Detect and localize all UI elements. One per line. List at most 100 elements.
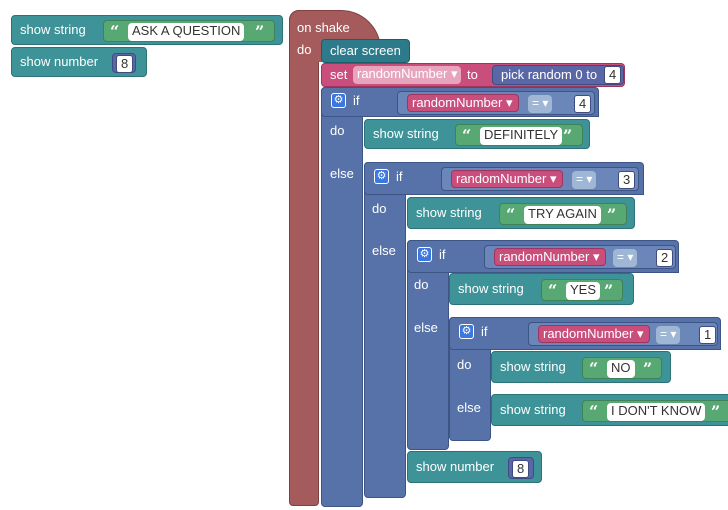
number-field[interactable]: 8 [512, 460, 530, 478]
if-else-label: else [330, 166, 354, 181]
show-string-label: show string [500, 359, 566, 374]
operator-dropdown[interactable]: = ▾ [613, 249, 638, 267]
chevron-down-icon: ▾ [627, 250, 634, 264]
text-literal-block[interactable]: “ TRY AGAIN ” [499, 203, 627, 225]
show-string-block-no[interactable]: show string “ NO ” [491, 351, 671, 383]
show-string-block-definitely[interactable]: show string “ DEFINITELY ” [364, 119, 590, 149]
show-number-block[interactable]: show number 8 [11, 47, 147, 77]
chevron-down-icon: ▾ [592, 249, 600, 264]
chevron-down-icon: ▾ [586, 172, 593, 186]
compare-block-3[interactable]: randomNumber ▾ = ▾ 2 [484, 245, 676, 269]
show-string-label: show string [458, 281, 524, 296]
if-else-label: else [372, 243, 396, 258]
text-literal-block[interactable]: “ YES ” [541, 279, 623, 301]
open-quote-icon: “ [589, 402, 599, 421]
compare-value[interactable]: 3 [618, 171, 636, 189]
if-do-label: do [330, 123, 345, 138]
variable-reporter-1[interactable]: randomNumber ▾ [407, 94, 519, 112]
number-block[interactable]: 8 [508, 457, 534, 479]
clear-screen-label: clear screen [330, 43, 401, 58]
pick-random-max-field[interactable]: 4 [604, 66, 622, 84]
chevron-down-icon: ▾ [670, 327, 677, 341]
compare-block-2[interactable]: randomNumber ▾ = ▾ 3 [441, 167, 639, 191]
compare-value[interactable]: 1 [699, 326, 717, 344]
open-quote-icon: “ [462, 126, 472, 145]
variable-reporter-4[interactable]: randomNumber ▾ [538, 325, 650, 343]
show-string-block-try-again[interactable]: show string “ TRY AGAIN ” [407, 197, 635, 229]
text-field[interactable]: I DON'T KNOW [607, 403, 706, 421]
open-quote-icon: “ [589, 359, 599, 378]
text-literal-block[interactable]: “ NO ” [582, 357, 662, 379]
number-field[interactable]: 8 [116, 55, 134, 73]
variable-reporter-3[interactable]: randomNumber ▾ [494, 248, 606, 266]
operator: = [532, 96, 540, 110]
show-string-block[interactable]: show string “ ASK A QUESTION ” [11, 15, 283, 45]
operator-dropdown[interactable]: = ▾ [572, 171, 597, 189]
text-field[interactable]: TRY AGAIN [524, 206, 601, 224]
set-variable-dropdown[interactable]: randomNumber ▾ [353, 66, 461, 84]
if-block-1-header[interactable]: ⚙ if randomNumber ▾ = ▾ 4 [321, 87, 599, 117]
if-label: if [481, 324, 488, 339]
pick-random-block[interactable]: pick random 0 to 4 [492, 65, 624, 85]
number-block[interactable]: 8 [112, 53, 136, 73]
open-quote-icon: “ [110, 22, 120, 41]
text-literal-block[interactable]: “ I DON'T KNOW ” [582, 400, 728, 422]
if-block-4-header[interactable]: ⚙ if randomNumber ▾ = ▾ 1 [449, 317, 721, 350]
compare-value[interactable]: 4 [574, 95, 592, 113]
show-string-block-yes[interactable]: show string “ YES ” [449, 273, 634, 305]
show-number-label: show number [20, 54, 99, 69]
text-literal-block[interactable]: “ DEFINITELY ” [455, 124, 583, 146]
operator: = [617, 250, 625, 264]
pick-random-label: pick random 0 to [501, 67, 598, 82]
text-field[interactable]: NO [607, 360, 635, 378]
text-literal-block[interactable]: “ ASK A QUESTION ” [103, 20, 275, 42]
chevron-down-icon: ▾ [636, 326, 644, 341]
if-block-3-header[interactable]: ⚙ if randomNumber ▾ = ▾ 2 [407, 240, 679, 273]
variable-reporter-2[interactable]: randomNumber ▾ [451, 170, 563, 188]
show-string-label: show string [20, 22, 86, 37]
compare-block-4[interactable]: randomNumber ▾ = ▾ 1 [528, 322, 718, 346]
text-field[interactable]: YES [566, 282, 601, 300]
gear-icon[interactable]: ⚙ [417, 247, 432, 262]
show-number-label: show number [416, 459, 495, 474]
if-do-label: do [414, 277, 429, 292]
operator: = [660, 327, 668, 341]
text-field[interactable]: ASK A QUESTION [128, 23, 245, 41]
operator-dropdown[interactable]: = ▾ [528, 95, 553, 113]
open-quote-icon: “ [506, 205, 516, 224]
gear-icon[interactable]: ⚙ [331, 93, 346, 108]
set-variable-block[interactable]: set randomNumber ▾ to pick random 0 to 4 [321, 63, 625, 87]
gear-icon[interactable]: ⚙ [374, 169, 389, 184]
show-string-label: show string [416, 205, 482, 220]
text-field[interactable]: DEFINITELY [480, 127, 563, 145]
if-block-2-header[interactable]: ⚙ if randomNumber ▾ = ▾ 3 [364, 162, 644, 195]
compare-value[interactable]: 2 [656, 249, 674, 267]
to-label: to [467, 67, 478, 82]
show-string-label: show string [500, 402, 566, 417]
close-quote-icon: ” [643, 359, 653, 378]
compare-block-1[interactable]: randomNumber ▾ = ▾ 4 [397, 91, 595, 115]
operator: = [576, 172, 584, 186]
show-number-block-nested[interactable]: show number 8 [407, 451, 542, 483]
if-label: if [353, 93, 360, 108]
close-quote-icon: ” [604, 281, 614, 300]
on-shake-label: on shake [297, 20, 350, 35]
chevron-down-icon: ▾ [542, 96, 549, 110]
show-string-block-dont-know[interactable]: show string “ I DON'T KNOW ” [491, 394, 728, 426]
operator-dropdown[interactable]: = ▾ [656, 326, 681, 344]
close-quote-icon: ” [607, 205, 617, 224]
on-shake-event-block[interactable] [289, 10, 319, 506]
if-else-label: else [414, 320, 438, 335]
if-do-label: do [372, 201, 387, 216]
gear-icon[interactable]: ⚙ [459, 324, 474, 339]
open-quote-icon: “ [548, 281, 558, 300]
if-block-1[interactable] [321, 87, 363, 507]
show-string-label: show string [373, 126, 439, 141]
close-quote-icon: ” [255, 22, 265, 41]
chevron-down-icon: ▾ [450, 66, 458, 81]
chevron-down-icon: ▾ [549, 171, 557, 186]
close-quote-icon: ” [563, 126, 573, 145]
clear-screen-block[interactable]: clear screen [321, 39, 410, 63]
if-label: if [439, 247, 446, 262]
variable-name: randomNumber [412, 95, 503, 110]
